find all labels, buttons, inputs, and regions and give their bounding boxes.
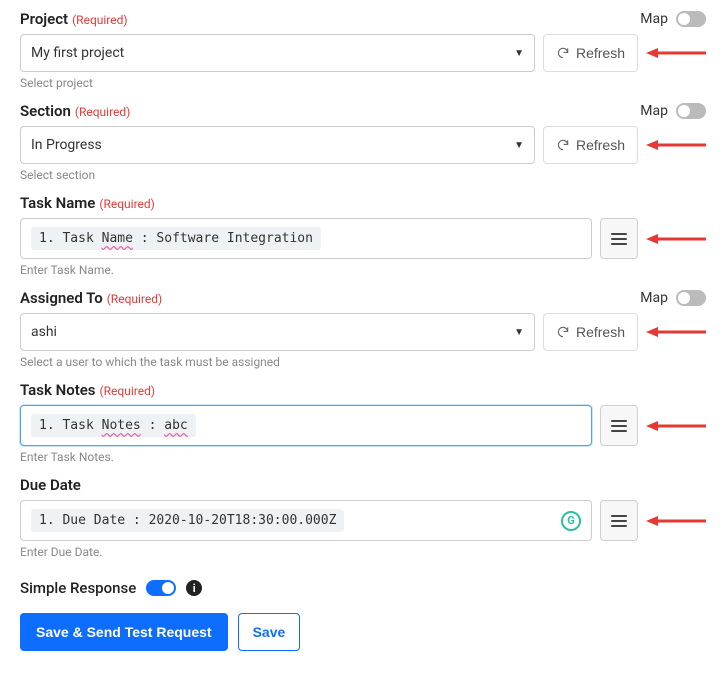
arrow-annotation xyxy=(646,405,706,446)
chevron-down-icon: ▼ xyxy=(514,140,524,151)
label-left: Task Name (Required) xyxy=(20,194,155,212)
refresh-icon xyxy=(556,46,570,60)
refresh-label: Refresh xyxy=(576,45,625,61)
required-badge: (Required) xyxy=(99,197,154,211)
label-left: Section (Required) xyxy=(20,102,130,120)
field-due-date: Due Date 1. Due Date : 2020-10-20T18:30:… xyxy=(20,476,706,559)
label-title: Assigned To xyxy=(20,289,103,307)
project-select[interactable]: My first project ▼ xyxy=(20,34,535,72)
required-badge: (Required) xyxy=(107,292,162,306)
label-title: Project xyxy=(20,10,68,28)
map-label: Map xyxy=(640,290,668,306)
input-row: ashi ▼ Refresh xyxy=(20,313,706,351)
helper-text: Select project xyxy=(20,76,706,90)
arrow-annotation xyxy=(646,313,706,351)
required-badge: (Required) xyxy=(100,384,155,398)
select-value: In Progress xyxy=(31,137,102,153)
field-project: Project (Required) Map My first project … xyxy=(20,10,706,90)
task-name-input[interactable]: 1. Task Name : Software Integration xyxy=(20,218,592,259)
select-value: My first project xyxy=(31,45,124,61)
mapped-value-chip: 1. Due Date : 2020-10-20T18:30:00.000Z xyxy=(31,509,344,532)
helper-text: Select section xyxy=(20,168,706,182)
map-toggle[interactable] xyxy=(676,290,706,306)
simple-response-row: Simple Response i xyxy=(20,579,706,597)
required-badge: (Required) xyxy=(72,13,127,27)
label-row: Due Date xyxy=(20,476,706,494)
label-left: Assigned To (Required) xyxy=(20,289,162,307)
label-row: Task Name (Required) xyxy=(20,194,706,212)
label-left: Project (Required) xyxy=(20,10,128,28)
label-row: Section (Required) Map xyxy=(20,102,706,120)
refresh-icon xyxy=(556,325,570,339)
section-select[interactable]: In Progress ▼ xyxy=(20,126,535,164)
field-options-button[interactable] xyxy=(600,405,638,446)
helper-text: Enter Due Date. xyxy=(20,545,706,559)
chevron-down-icon: ▼ xyxy=(514,48,524,59)
mapped-value-chip: 1. Task Notes : abc xyxy=(31,414,196,437)
input-row: 1. Due Date : 2020-10-20T18:30:00.000Z G xyxy=(20,500,706,541)
field-section: Section (Required) Map In Progress ▼ Ref… xyxy=(20,102,706,182)
field-options-button[interactable] xyxy=(600,500,638,541)
save-send-test-request-button[interactable]: Save & Send Test Request xyxy=(20,613,228,651)
label-row: Project (Required) Map xyxy=(20,10,706,28)
label-left: Task Notes (Required) xyxy=(20,381,155,399)
hamburger-icon xyxy=(611,515,627,527)
map-toggle-group: Map xyxy=(640,103,706,119)
input-row: My first project ▼ Refresh xyxy=(20,34,706,72)
field-options-button[interactable] xyxy=(600,218,638,259)
grammarly-icon: G xyxy=(561,511,581,531)
map-toggle-group: Map xyxy=(640,11,706,27)
refresh-button[interactable]: Refresh xyxy=(543,313,638,351)
refresh-label: Refresh xyxy=(576,137,625,153)
input-row: In Progress ▼ Refresh xyxy=(20,126,706,164)
map-toggle[interactable] xyxy=(676,103,706,119)
action-row: Save & Send Test Request Save xyxy=(20,613,706,651)
map-label: Map xyxy=(640,103,668,119)
map-toggle-group: Map xyxy=(640,290,706,306)
task-notes-input[interactable]: 1. Task Notes : abc xyxy=(20,405,592,446)
helper-text: Select a user to which the task must be … xyxy=(20,355,706,369)
hamburger-icon xyxy=(611,233,627,245)
assigned-to-select[interactable]: ashi ▼ xyxy=(20,313,535,351)
info-icon[interactable]: i xyxy=(186,580,202,596)
hamburger-icon xyxy=(611,420,627,432)
input-row: 1. Task Name : Software Integration xyxy=(20,218,706,259)
refresh-icon xyxy=(556,138,570,152)
refresh-button[interactable]: Refresh xyxy=(543,34,638,72)
label-row: Task Notes (Required) xyxy=(20,381,706,399)
save-button[interactable]: Save xyxy=(238,613,301,651)
refresh-button[interactable]: Refresh xyxy=(543,126,638,164)
required-badge: (Required) xyxy=(75,105,130,119)
input-row: 1. Task Notes : abc xyxy=(20,405,706,446)
label-title: Task Notes xyxy=(20,381,96,399)
simple-response-toggle[interactable] xyxy=(146,580,176,596)
mapped-value-chip: 1. Task Name : Software Integration xyxy=(31,227,321,250)
simple-response-label: Simple Response xyxy=(20,579,136,597)
label-title: Task Name xyxy=(20,194,95,212)
map-toggle[interactable] xyxy=(676,11,706,27)
due-date-input[interactable]: 1. Due Date : 2020-10-20T18:30:00.000Z G xyxy=(20,500,592,541)
arrow-annotation xyxy=(646,34,706,72)
helper-text: Enter Task Notes. xyxy=(20,450,706,464)
map-label: Map xyxy=(640,11,668,27)
label-title: Due Date xyxy=(20,476,81,494)
chevron-down-icon: ▼ xyxy=(514,327,524,338)
select-value: ashi xyxy=(31,324,57,340)
arrow-annotation xyxy=(646,218,706,259)
label-title: Section xyxy=(20,102,71,120)
helper-text: Enter Task Name. xyxy=(20,263,706,277)
arrow-annotation xyxy=(646,500,706,541)
refresh-label: Refresh xyxy=(576,324,625,340)
field-task-name: Task Name (Required) 1. Task Name : Soft… xyxy=(20,194,706,277)
arrow-annotation xyxy=(646,126,706,164)
label-row: Assigned To (Required) Map xyxy=(20,289,706,307)
field-task-notes: Task Notes (Required) 1. Task Notes : ab… xyxy=(20,381,706,464)
label-left: Due Date xyxy=(20,476,81,494)
field-assigned-to: Assigned To (Required) Map ashi ▼ Refres… xyxy=(20,289,706,369)
